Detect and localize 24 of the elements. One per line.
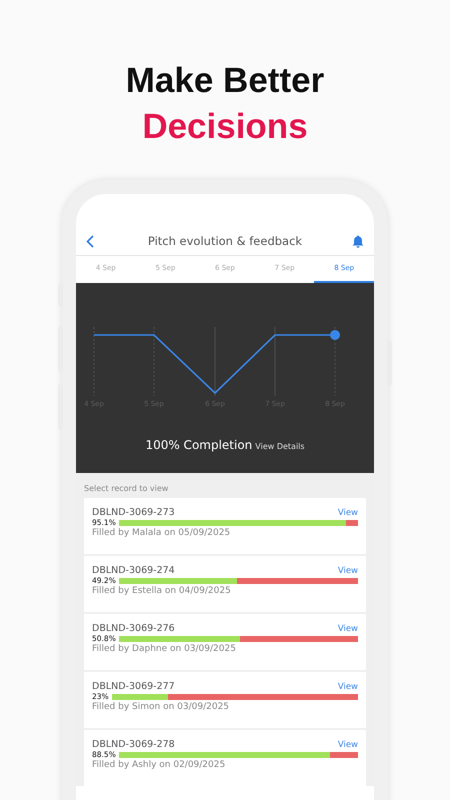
completion-text: 100% Completion bbox=[145, 438, 252, 452]
filled-by-text: Filled by Simon on 03/09/2025 bbox=[92, 702, 230, 712]
record-code: DBLND-3069-276 bbox=[92, 623, 175, 634]
headline: Make Better bbox=[124, 60, 326, 102]
record-code: DBLND-3069-277 bbox=[92, 681, 175, 692]
filled-by-text: Filled by Malala on 05/09/2025 bbox=[92, 528, 232, 538]
filled-by-text: Filled by Estella on 04/09/2025 bbox=[92, 586, 232, 596]
record-code: DBLND-3069-273 bbox=[92, 507, 175, 518]
back-icon[interactable] bbox=[86, 234, 94, 248]
view-link[interactable]: View bbox=[338, 624, 358, 634]
record-code: DBLND-3069-274 bbox=[92, 565, 175, 576]
list-caption: Select record to view bbox=[84, 484, 170, 493]
view-link[interactable]: View bbox=[338, 682, 358, 692]
record-code: DBLND-3069-278 bbox=[92, 739, 175, 750]
headline-accent: Decisions bbox=[141, 106, 309, 148]
view-link[interactable]: View bbox=[338, 508, 358, 518]
filled-by-text: Filled by Ashly on 02/09/2025 bbox=[92, 760, 226, 770]
filled-by-text: Filled by Daphne on 03/09/2025 bbox=[92, 644, 237, 654]
view-link[interactable]: View bbox=[338, 740, 358, 750]
view-details-link[interactable]: View Details bbox=[255, 442, 305, 451]
point-marker-icon bbox=[330, 330, 340, 340]
view-link[interactable]: View bbox=[338, 566, 358, 576]
bell-icon[interactable] bbox=[352, 234, 364, 248]
screen-title: Pitch evolution & feedback bbox=[146, 234, 304, 248]
